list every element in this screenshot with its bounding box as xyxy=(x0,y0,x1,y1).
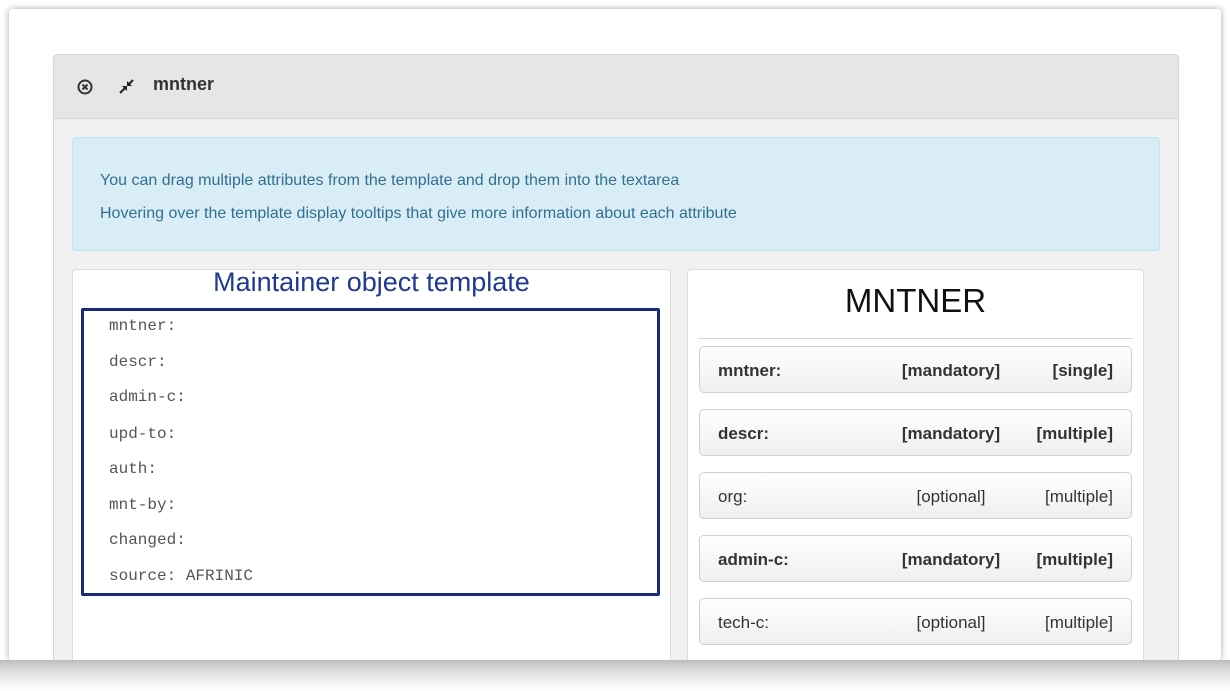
attribute-row-tech-c[interactable]: tech-c: [optional] [multiple] xyxy=(699,598,1132,645)
template-line-descr[interactable]: descr: xyxy=(109,353,167,371)
attribute-requirement: [optional] xyxy=(916,487,986,506)
attribute-name: org: xyxy=(718,487,748,506)
template-line-admin-c[interactable]: admin-c: xyxy=(109,388,186,406)
attribute-row-org[interactable]: org: [optional] [multiple] xyxy=(699,472,1132,519)
attribute-cardinality: [single] xyxy=(1052,361,1113,380)
attribute-requirement: [optional] xyxy=(916,613,986,632)
mntner-attributes-card: MNTNER mntner: [mandatory] [single] desc… xyxy=(687,269,1144,660)
attribute-row-descr[interactable]: descr: [mandatory] [multiple] xyxy=(699,409,1132,456)
mntner-panel: mntner You can drag multiple attributes … xyxy=(53,54,1179,660)
circle-x-icon[interactable] xyxy=(77,79,93,95)
attribute-row-mntner[interactable]: mntner: [mandatory] [single] xyxy=(699,346,1132,393)
template-line-auth[interactable]: auth: xyxy=(109,460,157,478)
attribute-cardinality: [multiple] xyxy=(1036,424,1114,443)
divider xyxy=(698,338,1133,339)
attribute-name: mntner: xyxy=(718,361,782,380)
alert-line-2: Hovering over the template display toolt… xyxy=(100,205,737,222)
info-alert: You can drag multiple attributes from th… xyxy=(72,137,1160,251)
attribute-cardinality: [multiple] xyxy=(1044,613,1113,632)
attribute-requirement: [mandatory] xyxy=(901,424,1001,443)
attribute-cardinality: [multiple] xyxy=(1036,550,1114,569)
template-line-mntner[interactable]: mntner: xyxy=(109,317,176,335)
template-textarea[interactable]: mntner: descr: admin-c: upd-to: auth: mn… xyxy=(81,308,660,596)
attribute-name: descr: xyxy=(718,424,770,443)
compress-arrows-icon[interactable] xyxy=(118,78,135,95)
attribute-name: admin-c: xyxy=(718,550,789,569)
mntner-title: MNTNER xyxy=(844,282,987,319)
attribute-cardinality: [multiple] xyxy=(1044,487,1113,506)
template-card: Maintainer object template mntner: descr… xyxy=(72,267,671,660)
alert-line-1: You can drag multiple attributes from th… xyxy=(100,172,680,189)
attribute-row-admin-c[interactable]: admin-c: [mandatory] [multiple] xyxy=(699,535,1132,582)
attribute-name: tech-c: xyxy=(718,613,770,632)
template-line-upd-to[interactable]: upd-to: xyxy=(109,425,176,443)
bottom-shadow xyxy=(0,660,1230,691)
template-line-source[interactable]: source: AFRINIC xyxy=(109,567,253,585)
template-line-mnt-by[interactable]: mnt-by: xyxy=(109,496,176,514)
panel-title: mntner xyxy=(153,74,215,94)
attribute-requirement: [mandatory] xyxy=(901,361,1001,380)
template-line-changed[interactable]: changed: xyxy=(109,531,186,549)
template-heading: Maintainer object template xyxy=(213,267,530,297)
attribute-requirement: [mandatory] xyxy=(901,550,1001,569)
screenshot-card: mntner You can drag multiple attributes … xyxy=(9,9,1221,660)
panel-header: mntner xyxy=(54,55,1178,119)
